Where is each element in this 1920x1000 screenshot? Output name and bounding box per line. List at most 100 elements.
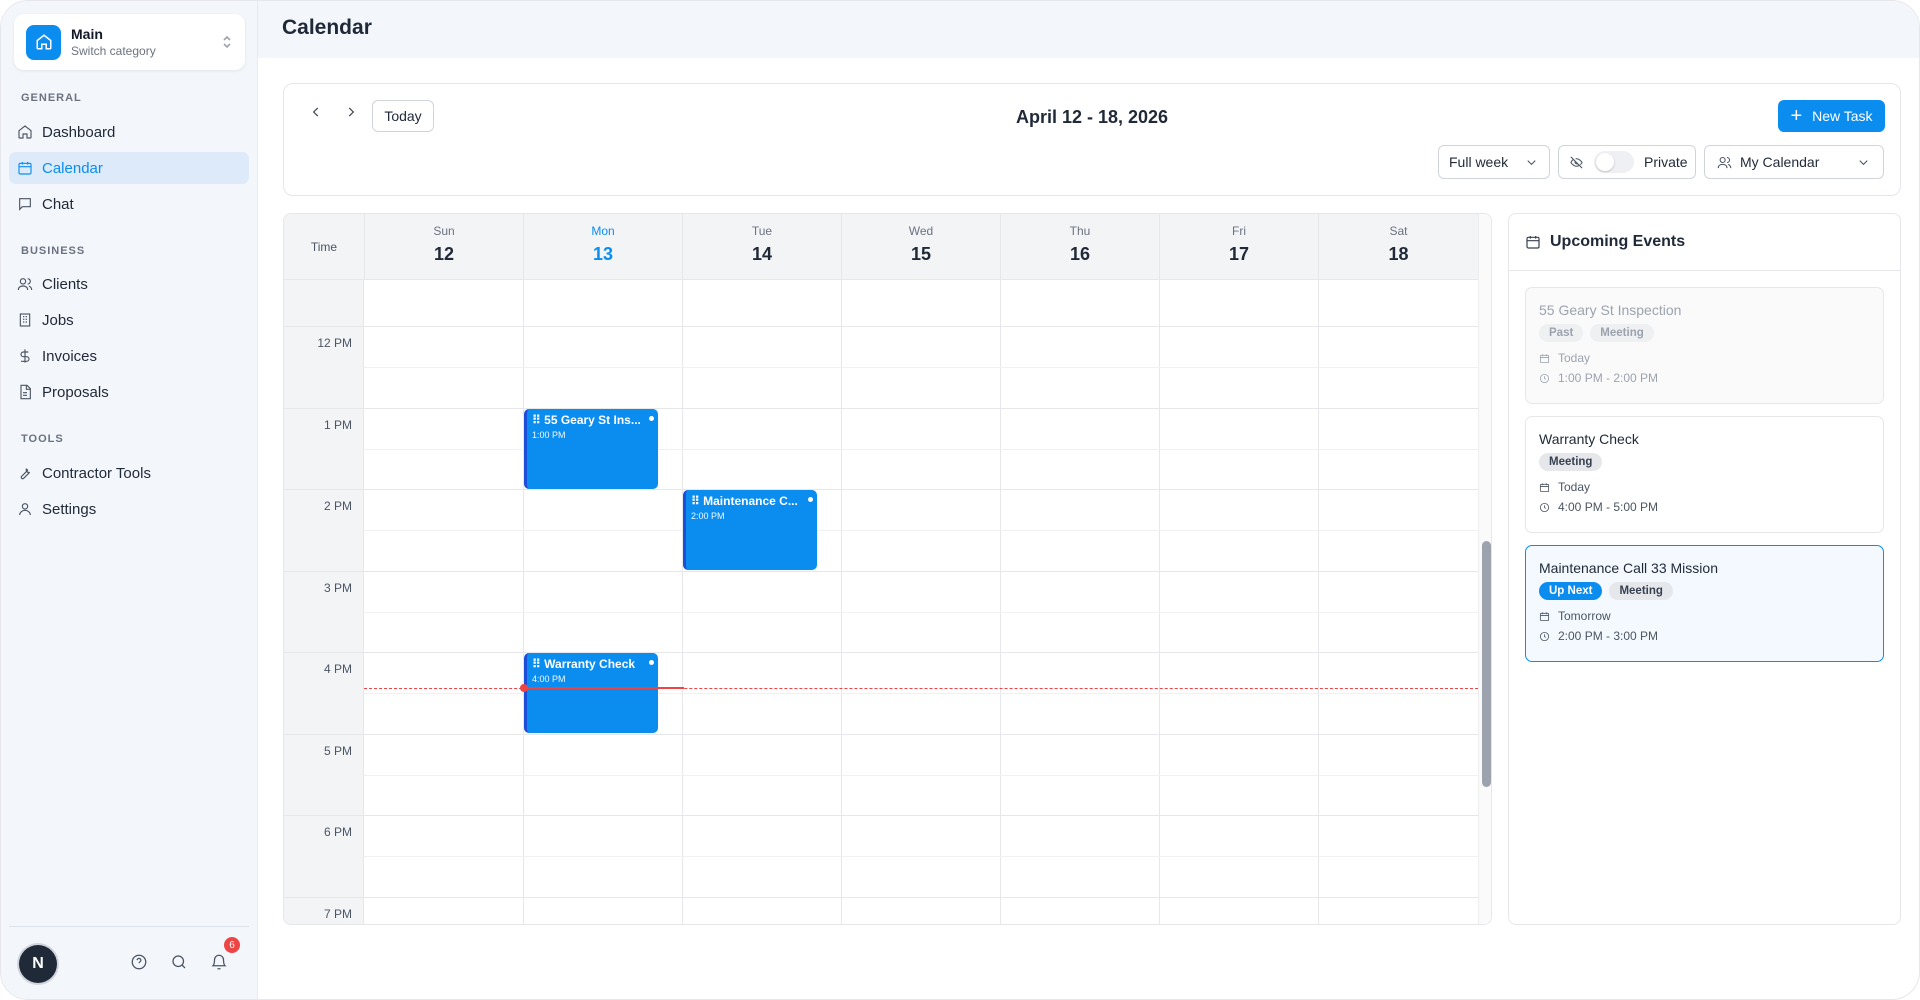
sidebar-footer-divider	[9, 926, 249, 927]
calendar-event[interactable]: ⠿ Maintenance C... 2:00 PM	[683, 490, 817, 570]
hour-label: 4 PM	[323, 662, 352, 676]
drag-handle-icon[interactable]: ⠿	[532, 657, 541, 671]
sidebar-item-calendar[interactable]: Calendar	[9, 152, 249, 184]
view-select[interactable]: Full week	[1438, 145, 1550, 179]
event-time: 4:00 PM - 5:00 PM	[1558, 500, 1659, 514]
upcoming-event-card[interactable]: Warranty Check Meeting Today 4:00 PM - 5…	[1525, 416, 1884, 533]
event-title: Warranty Check	[544, 657, 636, 671]
day-name: Wed	[908, 224, 934, 238]
sidebar-item-contractor-tools[interactable]: Contractor Tools	[9, 457, 249, 489]
event-status-dot	[649, 416, 654, 421]
day-name: Mon	[591, 224, 615, 238]
event-status-dot	[808, 497, 813, 502]
app-window: Main Switch category GENERAL Dashboard C…	[0, 0, 1920, 1000]
sidebar-item-label: Contractor Tools	[42, 464, 151, 482]
dollar-icon	[20, 349, 30, 363]
calendar-select[interactable]: My Calendar	[1704, 145, 1884, 179]
event-time: 2:00 PM - 3:00 PM	[1558, 629, 1659, 643]
scrollbar-thumb[interactable]	[1482, 541, 1491, 787]
sidebar-item-settings[interactable]: Settings	[9, 493, 249, 525]
hour-label: 7 PM	[323, 907, 352, 921]
event-day: Today	[1558, 351, 1591, 365]
day-divider	[1000, 280, 1001, 924]
drag-handle-icon[interactable]: ⠿	[691, 494, 700, 508]
hour-line	[284, 734, 1478, 735]
hour-line	[284, 652, 1478, 653]
calendar-scrollbar[interactable]	[1478, 214, 1491, 924]
day-header-tue[interactable]: Tue 14	[682, 214, 841, 280]
help-icon[interactable]	[130, 953, 148, 971]
hour-line	[284, 489, 1478, 490]
calendar-icon	[1539, 611, 1550, 621]
status-badge: Past	[1539, 324, 1584, 342]
category-name: Main	[71, 26, 103, 42]
upcoming-event-card[interactable]: Maintenance Call 33 Mission Up Next Meet…	[1525, 545, 1884, 662]
day-header-wed[interactable]: Wed 15	[841, 214, 1000, 280]
day-date: 12	[433, 244, 455, 264]
sidebar-item-label: Dashboard	[42, 123, 116, 141]
type-badge: Meeting	[1609, 582, 1673, 600]
day-header-mon[interactable]: Mon 13	[523, 214, 682, 280]
drag-handle-icon[interactable]: ⠿	[532, 413, 541, 427]
calendar-event[interactable]: ⠿ Warranty Check 4:00 PM	[524, 653, 658, 733]
clock-icon	[1539, 631, 1550, 641]
event-title: Maintenance Call 33 Mission	[1539, 560, 1718, 576]
day-divider	[1318, 280, 1319, 924]
event-day: Tomorrow	[1558, 609, 1611, 623]
day-header-thu[interactable]: Thu 16	[1000, 214, 1159, 280]
home-icon	[26, 24, 61, 60]
top-header	[258, 1, 1919, 58]
calendar-icon	[18, 162, 32, 175]
hour-label: 5 PM	[323, 744, 352, 758]
sidebar-item-chat[interactable]: Chat	[9, 188, 249, 220]
search-icon[interactable]	[170, 953, 188, 971]
hour-line	[284, 408, 1478, 409]
chevron-up-down-icon	[221, 34, 233, 51]
private-label: Private	[1644, 154, 1688, 170]
section-label-general: GENERAL	[21, 92, 82, 104]
section-label-business: BUSINESS	[21, 245, 86, 257]
day-date: 13	[592, 244, 614, 264]
sidebar-item-label: Jobs	[42, 311, 74, 329]
day-name: Thu	[1069, 224, 1091, 238]
time-column-header: Time	[310, 240, 338, 254]
sidebar-item-label: Clients	[42, 275, 88, 293]
half-hour-line	[364, 530, 1478, 531]
event-time: 2:00 PM	[691, 511, 725, 521]
day-divider	[682, 280, 683, 924]
day-name: Fri	[1232, 224, 1246, 238]
private-toggle[interactable]	[1594, 151, 1634, 173]
category-switcher[interactable]: Main Switch category	[14, 14, 245, 70]
bell-icon[interactable]	[210, 953, 228, 971]
sidebar-item-jobs[interactable]: Jobs	[9, 304, 249, 336]
sidebar-item-proposals[interactable]: Proposals	[9, 376, 249, 408]
event-title: 55 Geary St Inspection	[1539, 302, 1682, 318]
day-date: 18	[1388, 244, 1409, 264]
hour-line	[284, 571, 1478, 572]
sidebar-item-clients[interactable]: Clients	[9, 268, 249, 300]
event-day: Today	[1558, 480, 1591, 494]
sidebar-item-invoices[interactable]: Invoices	[9, 340, 249, 372]
day-header-sun[interactable]: Sun 12	[364, 214, 523, 280]
clock-icon	[1539, 502, 1550, 512]
sidebar: Main Switch category GENERAL Dashboard C…	[1, 1, 258, 999]
calendar-icon	[1526, 236, 1540, 249]
day-header-sat[interactable]: Sat 18	[1318, 214, 1478, 280]
calendar-select-value: My Calendar	[1740, 154, 1820, 170]
event-time: 4:00 PM	[532, 674, 566, 684]
sidebar-item-label: Proposals	[42, 383, 109, 401]
calendar-toolbar: Today April 12 - 18, 2026 + New Task Ful…	[283, 83, 1901, 196]
calendar-event[interactable]: ⠿ 55 Geary St Ins... 1:00 PM	[524, 409, 658, 489]
new-task-label: New Task	[1812, 108, 1873, 124]
event-title: 55 Geary St Ins...	[544, 413, 641, 427]
day-header-fri[interactable]: Fri 17	[1159, 214, 1318, 280]
upcoming-event-card[interactable]: 55 Geary St Inspection Past Meeting Toda…	[1525, 287, 1884, 404]
sidebar-item-label: Invoices	[42, 347, 98, 365]
avatar[interactable]: N	[19, 945, 57, 983]
sidebar-item-dashboard[interactable]: Dashboard	[9, 116, 249, 148]
type-badge: Meeting	[1539, 453, 1603, 471]
day-date: 17	[1228, 244, 1250, 264]
sidebar-item-label: Calendar	[42, 159, 103, 177]
day-date: 14	[751, 244, 773, 264]
new-task-button[interactable]: + New Task	[1778, 100, 1885, 132]
